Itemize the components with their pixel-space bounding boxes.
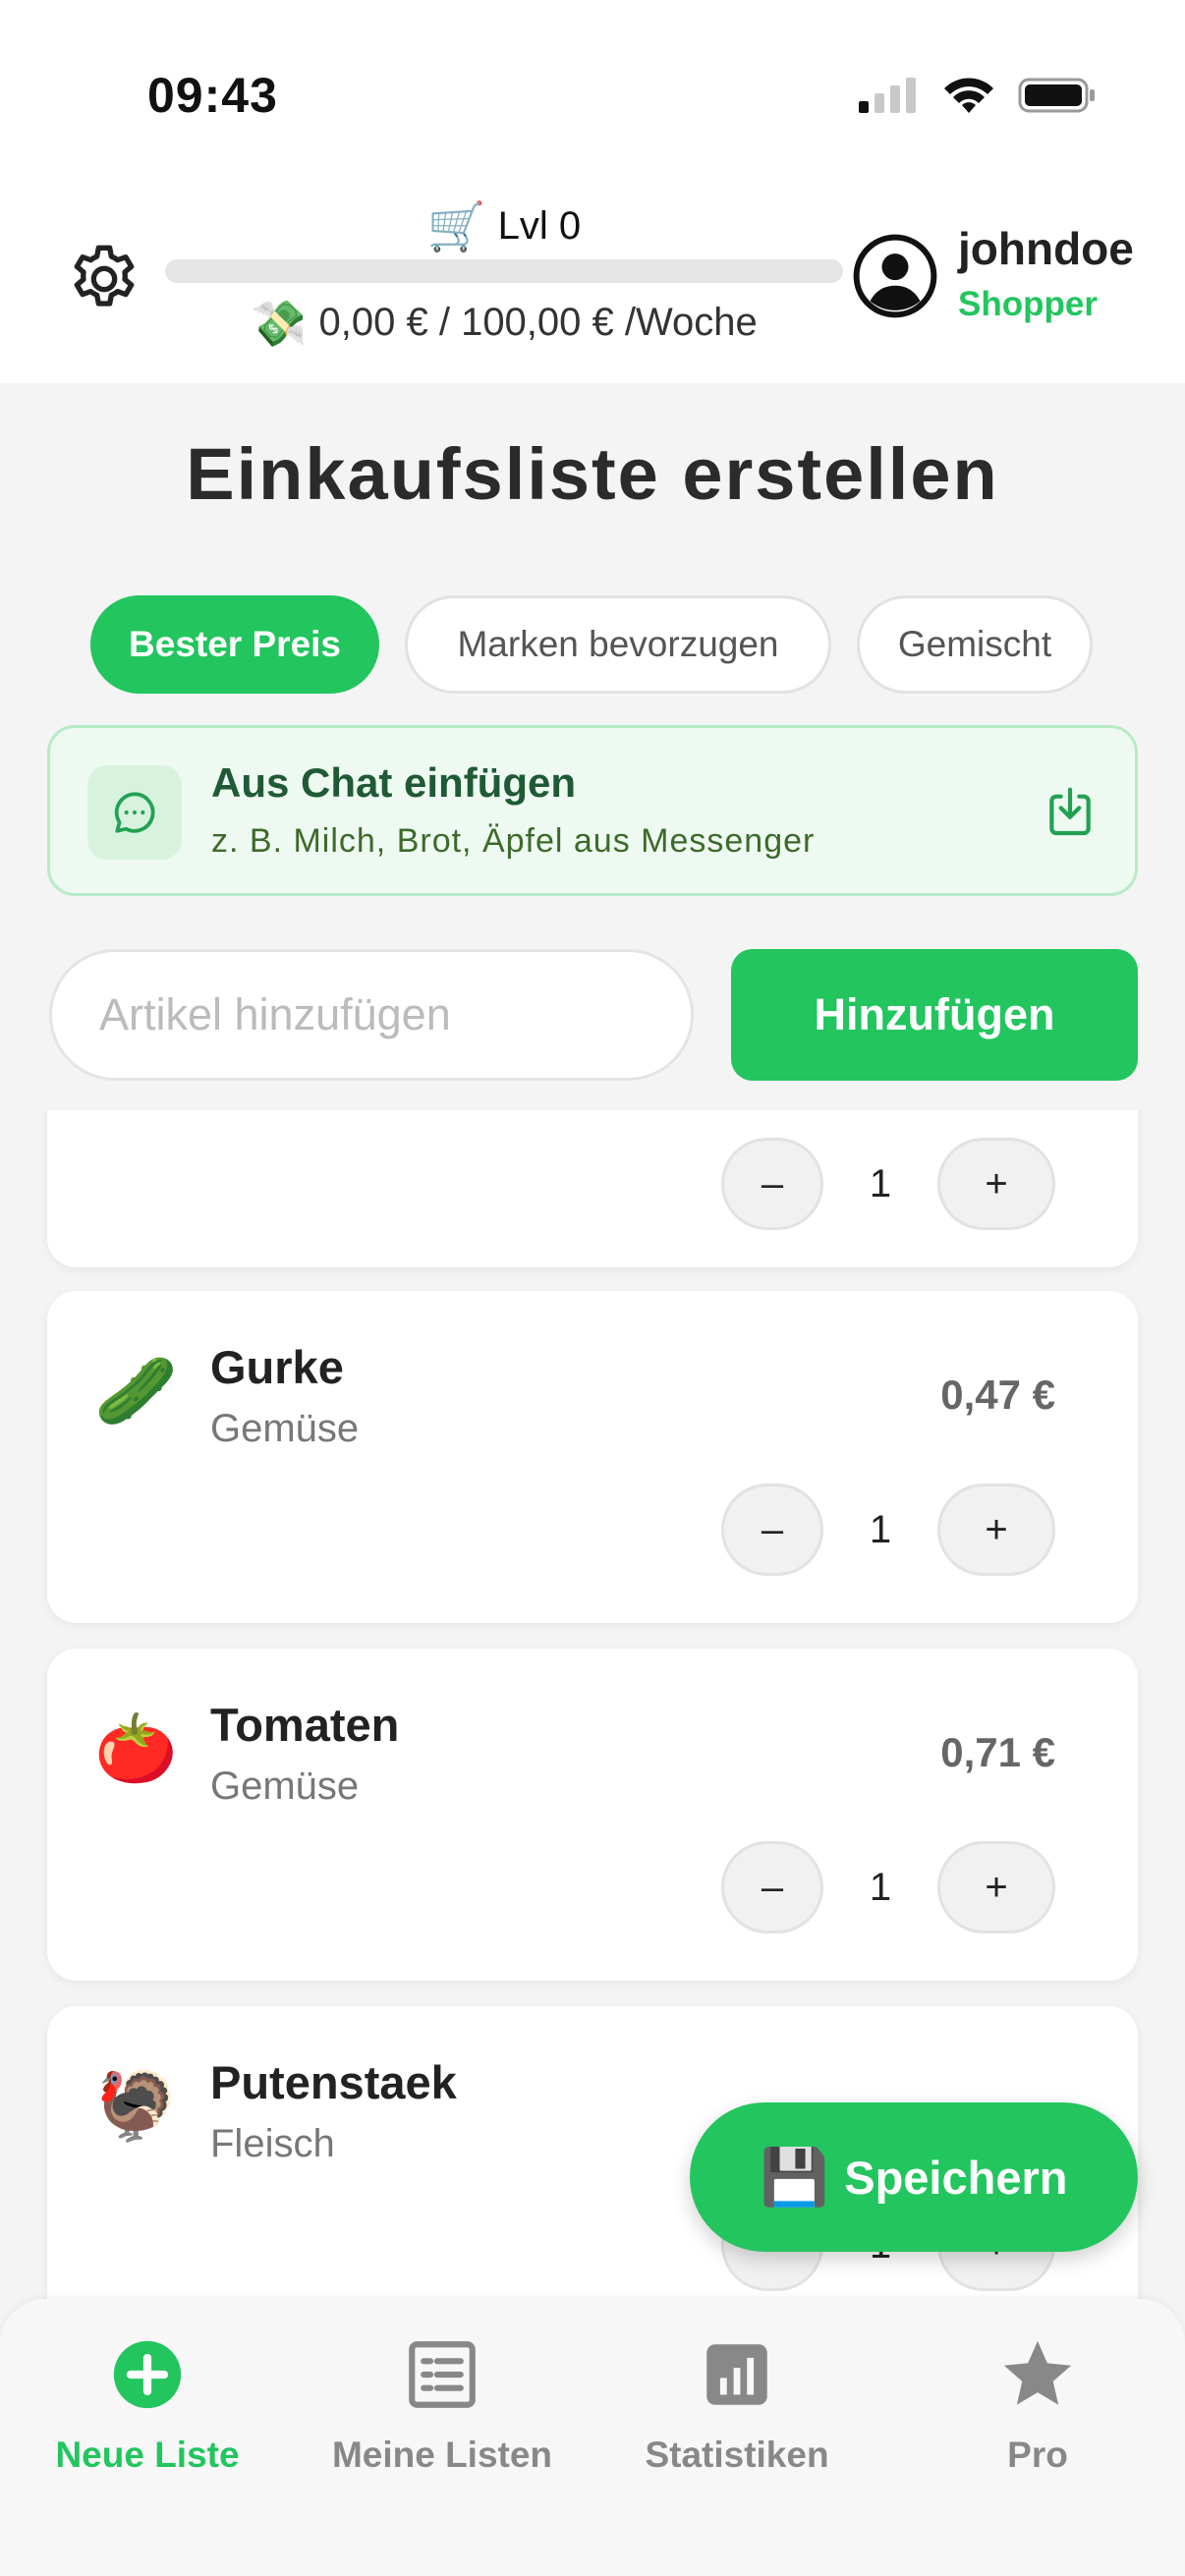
item-card: 🥒 Gurke Gemüse 0,47 € – 1 + [47, 1291, 1138, 1623]
tomato-icon: 🍅 [94, 1711, 178, 1786]
save-button-label: Speichern [844, 2151, 1068, 2204]
page-title: Einkaufsliste erstellen [186, 433, 999, 515]
cucumber-icon: 🥒 [94, 1354, 178, 1428]
user-avatar-icon [853, 234, 937, 318]
bar-chart-icon [706, 2344, 767, 2405]
chat-bubble-icon [114, 792, 155, 833]
wifi-icon [944, 78, 993, 113]
increase-quantity-button[interactable]: + [937, 1138, 1055, 1230]
username: johndoe [958, 223, 1134, 274]
item-category: Gemüse [210, 1407, 360, 1450]
budget-text: 0,00 € / 100,00 € /Woche [318, 301, 758, 344]
download-icon [1049, 787, 1091, 836]
mode-mixed[interactable]: Gemischt [857, 595, 1093, 694]
decrease-quantity-button[interactable]: – [721, 1484, 823, 1576]
save-button[interactable]: 💾 Speichern [690, 2102, 1138, 2252]
xp-progress-bar [165, 259, 843, 283]
nav-my-lists[interactable]: Meine Listen [295, 2334, 590, 2501]
shopping-cart-icon: 🛒 [426, 201, 486, 253]
level-indicator: 🛒 Lvl 0 [165, 198, 843, 254]
cellular-signal-icon [859, 78, 916, 113]
item-name: Gurke [210, 1341, 344, 1393]
settings-button[interactable] [63, 238, 145, 320]
status-time: 09:43 [147, 68, 278, 123]
header: 🛒 Lvl 0 💸 0,00 € / 100,00 € /Woche johndoe… [0, 187, 1185, 383]
item-price: 0,47 € [940, 1372, 1055, 1418]
nav-label: Statistiken [645, 2435, 829, 2475]
add-item-input[interactable] [49, 949, 694, 1081]
item-quantity: 1 [869, 1866, 892, 1909]
item-quantity: 1 [869, 1508, 892, 1551]
nav-label: Meine Listen [331, 2435, 553, 2475]
weekly-budget: 💸 0,00 € / 100,00 € /Woche [165, 297, 843, 351]
item-quantity: 1 [869, 1162, 892, 1205]
item-category: Fleisch [210, 2122, 335, 2165]
star-icon [1003, 2340, 1072, 2405]
mode-best-price[interactable]: Bester Preis [90, 595, 379, 694]
nav-pro[interactable]: Pro [890, 2334, 1185, 2501]
chat-import-banner[interactable]: Aus Chat einfügen z. B. Milch, Brot, Äpf… [47, 725, 1138, 896]
item-card: 🍅 Tomaten Gemüse 0,71 € – 1 + [47, 1649, 1138, 1981]
status-bar: 09:43 [0, 0, 1185, 187]
nav-statistics[interactable]: Statistiken [590, 2334, 884, 2501]
chat-icon-box [87, 765, 182, 860]
nav-label: Neue Liste [55, 2435, 240, 2475]
bottom-navigation: Neue Liste Meine Listen Statistiken Pro [0, 2299, 1185, 2576]
add-item-button[interactable]: Hinzufügen [731, 949, 1138, 1081]
increase-quantity-button[interactable]: + [937, 1841, 1055, 1933]
app-screen: 09:43 🛒 Lvl 0 💸 0,00 € / 100,00 € /Woche… [0, 0, 1185, 2576]
gear-icon [74, 245, 135, 307]
floppy-disk-icon: 💾 [760, 2146, 829, 2208]
item-name: Tomaten [210, 1699, 400, 1751]
increase-quantity-button[interactable]: + [937, 1484, 1055, 1576]
nav-new-list[interactable]: Neue Liste [0, 2334, 295, 2501]
money-icon: 💸 [251, 298, 308, 349]
profile-button[interactable] [851, 232, 939, 320]
decrease-quantity-button[interactable]: – [721, 1138, 823, 1230]
item-name: Putenstaek [210, 2056, 457, 2108]
list-icon [409, 2341, 476, 2408]
chat-import-subtitle: z. B. Milch, Brot, Äpfel aus Messenger [211, 822, 816, 860]
status-icons [857, 71, 1097, 120]
turkey-icon: 🦃 [94, 2069, 178, 2144]
mode-prefer-brands[interactable]: Marken bevorzugen [405, 595, 831, 694]
item-card: – 1 + [47, 1110, 1138, 1267]
decrease-quantity-button[interactable]: – [721, 1841, 823, 1933]
battery-icon [1018, 78, 1095, 113]
nav-label: Pro [1007, 2435, 1068, 2475]
item-price: 0,71 € [940, 1729, 1055, 1775]
user-role: Shopper [958, 285, 1098, 323]
item-category: Gemüse [210, 1764, 360, 1808]
chat-import-title: Aus Chat einfügen [211, 759, 577, 806]
level-label: Lvl 0 [497, 204, 582, 248]
plus-circle-icon [113, 2340, 182, 2409]
